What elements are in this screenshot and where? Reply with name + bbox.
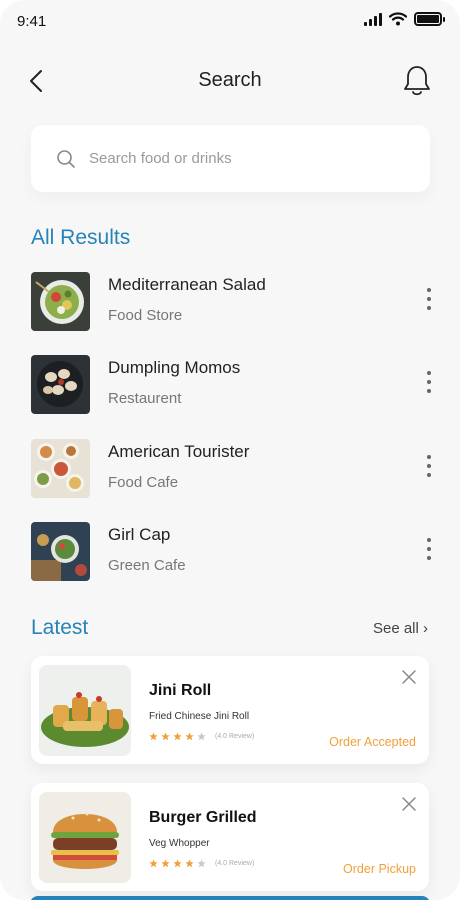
- page-title: Search: [198, 69, 262, 91]
- more-options-button[interactable]: [424, 371, 434, 397]
- result-thumbnail: [31, 272, 90, 331]
- result-name: Mediterranean Salad: [108, 275, 266, 294]
- star-icon: [185, 732, 194, 741]
- status-icons: [364, 12, 445, 26]
- result-category: Restaurent: [108, 390, 182, 407]
- result-item[interactable]: Mediterranean Salad Food Store: [31, 272, 436, 332]
- dismiss-button[interactable]: [401, 796, 417, 812]
- all-results-heading: All Results: [31, 226, 131, 249]
- result-category: Green Cafe: [108, 557, 186, 574]
- card-title: Jini Roll: [149, 682, 212, 699]
- star-icon: [173, 859, 182, 868]
- result-thumbnail: [31, 439, 90, 498]
- more-options-button[interactable]: [424, 288, 434, 314]
- star-icon: [197, 732, 206, 741]
- close-icon: [402, 797, 416, 811]
- result-category: Food Store: [108, 307, 183, 324]
- star-icon: [161, 859, 170, 868]
- card-image: [39, 792, 131, 883]
- star-icon: [161, 732, 170, 741]
- notification-button[interactable]: [401, 64, 433, 98]
- search-icon: [57, 149, 75, 168]
- result-thumbnail: [31, 522, 90, 581]
- star-icon: [197, 859, 206, 868]
- search-input[interactable]: [89, 150, 389, 167]
- result-thumbnail: [31, 355, 90, 414]
- result-name: Girl Cap: [108, 525, 171, 544]
- bell-icon: [404, 66, 430, 96]
- latest-heading: Latest: [31, 616, 89, 639]
- bottom-bar: [30, 896, 430, 900]
- result-item[interactable]: Dumpling Momos Restaurent: [31, 355, 436, 415]
- order-status: Order Accepted: [329, 735, 416, 749]
- search-bar[interactable]: [31, 125, 430, 192]
- review-count: (4.0 Review): [215, 860, 255, 867]
- phone-screen: 9:41 Search Search food or drinks All Re…: [0, 0, 460, 900]
- signal-icon: [364, 12, 382, 26]
- review-count: (4.0 Review): [215, 733, 255, 740]
- card-image: [39, 665, 131, 756]
- star-icon: [173, 732, 182, 741]
- result-item[interactable]: Girl Cap Green Cafe: [31, 522, 436, 582]
- status-bar: 9:41: [0, 0, 460, 44]
- card-title: Burger Grilled: [149, 809, 257, 826]
- rating: (4.0 Review): [149, 859, 254, 868]
- wifi-icon: [389, 12, 407, 26]
- status-time: 9:41: [17, 13, 47, 30]
- result-item[interactable]: American Tourister Food Cafe: [31, 439, 436, 499]
- latest-order-card[interactable]: Burger Grilled Veg Whopper (4.0 Review) …: [31, 783, 429, 891]
- star-icon: [149, 732, 158, 741]
- battery-icon: [414, 12, 445, 26]
- dismiss-button[interactable]: [401, 669, 417, 685]
- more-options-button[interactable]: [424, 455, 434, 481]
- star-icon: [185, 859, 194, 868]
- close-icon: [402, 670, 416, 684]
- header: Search: [0, 56, 460, 106]
- rating: (4.0 Review): [149, 732, 254, 741]
- result-category: Food Cafe: [108, 474, 179, 491]
- card-subtitle: Veg Whopper: [149, 838, 210, 849]
- see-all-link[interactable]: See all ›: [373, 620, 428, 637]
- result-name: Dumpling Momos: [108, 358, 241, 377]
- star-icon: [149, 859, 158, 868]
- order-status: Order Pickup: [343, 862, 416, 876]
- latest-order-card[interactable]: Jini Roll Fried Chinese Jini Roll (4.0 R…: [31, 656, 429, 764]
- more-options-button[interactable]: [424, 538, 434, 564]
- result-name: American Tourister: [108, 442, 250, 461]
- card-subtitle: Fried Chinese Jini Roll: [149, 711, 250, 722]
